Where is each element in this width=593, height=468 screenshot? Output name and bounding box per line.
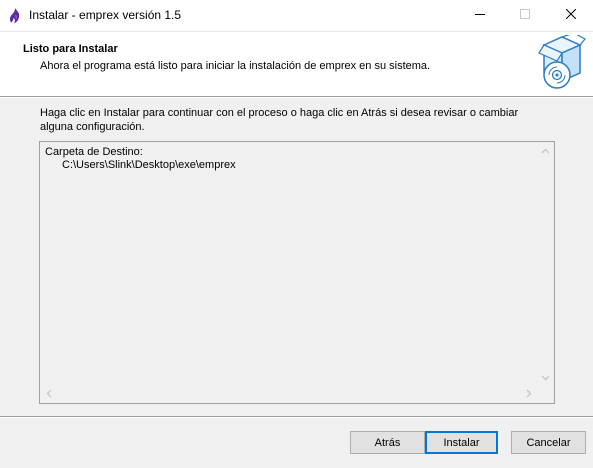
minimize-button[interactable] [457, 0, 502, 31]
page-title: Listo para Instalar [23, 43, 118, 55]
destination-label: Carpeta de Destino: [45, 146, 143, 158]
flame-icon [8, 8, 22, 24]
setup-box-disc-icon [536, 32, 586, 93]
destination-path: C:\Users\Slink\Desktop\exe\emprex [62, 159, 236, 171]
window-title: Instalar - emprex versión 1.5 [29, 8, 182, 22]
chevron-right-icon [526, 389, 532, 401]
cancel-button[interactable]: Cancelar [511, 431, 586, 454]
wizard-header: Listo para Instalar Ahora el programa es… [0, 32, 593, 96]
horizontal-scrollbar[interactable] [40, 386, 537, 403]
chevron-left-icon [46, 389, 52, 401]
scroll-up-button[interactable] [537, 142, 554, 159]
title-bar[interactable]: Instalar - emprex versión 1.5 [0, 0, 593, 32]
scroll-down-button[interactable] [537, 369, 554, 386]
chevron-up-icon [541, 145, 550, 157]
scroll-right-button[interactable] [520, 386, 537, 403]
vertical-scrollbar[interactable] [537, 142, 554, 386]
close-button[interactable] [548, 0, 593, 31]
footer-separator [0, 416, 593, 418]
maximize-button[interactable] [502, 0, 547, 31]
chevron-down-icon [541, 372, 550, 384]
page-subtitle: Ahora el programa está listo para inicia… [40, 60, 431, 72]
close-icon [565, 8, 576, 22]
ready-memo[interactable]: Carpeta de Destino: C:\Users\Slink\Deskt… [39, 141, 555, 404]
header-separator [0, 96, 593, 98]
install-button[interactable]: Instalar [425, 431, 498, 454]
maximize-icon [519, 9, 530, 22]
instruction-text: Haga clic en Instalar para continuar con… [40, 107, 519, 133]
back-button[interactable]: Atrás [350, 431, 425, 454]
scroll-left-button[interactable] [40, 386, 57, 403]
scrollbar-corner [537, 386, 554, 403]
minimize-icon [474, 9, 485, 22]
